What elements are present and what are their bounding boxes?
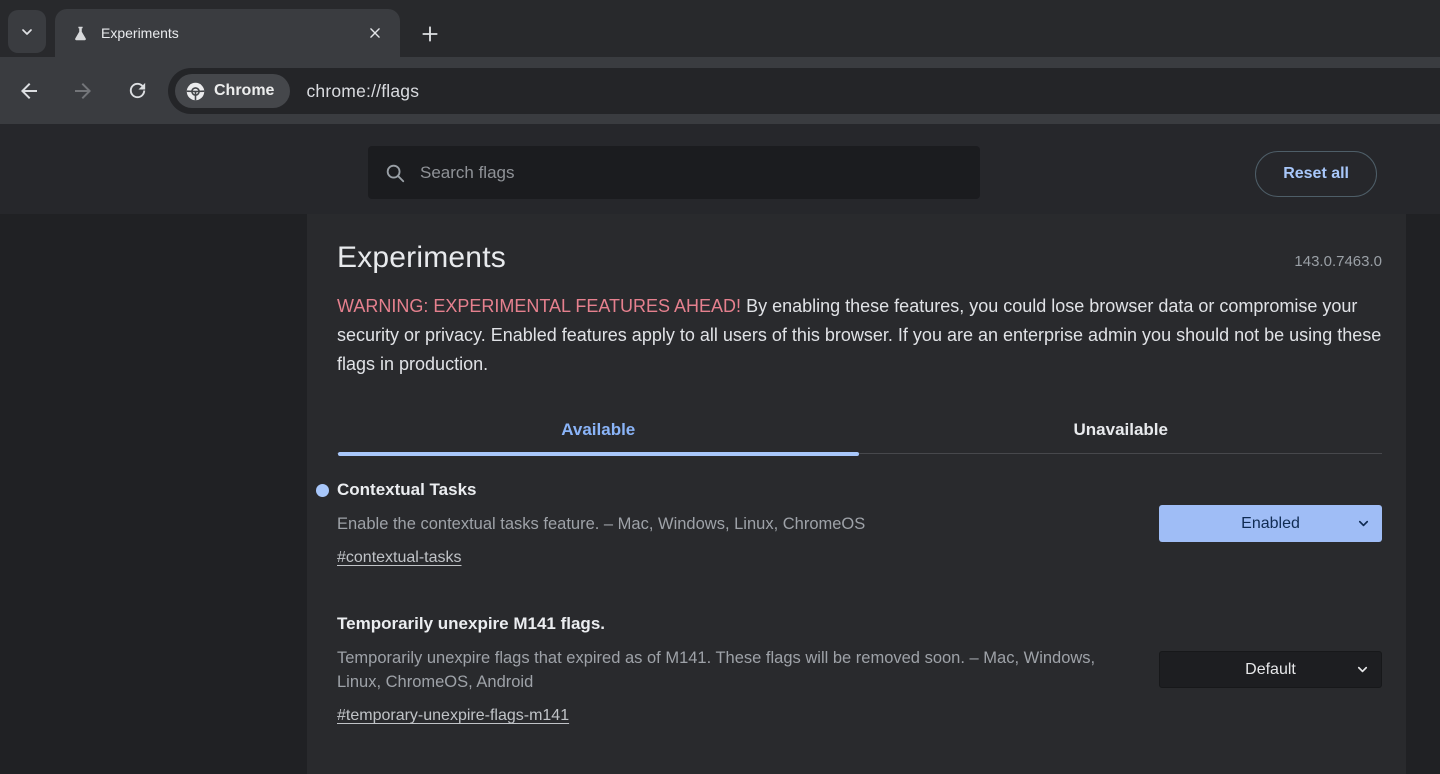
flag-row-temporary-unexpire-m141: Temporarily unexpire M141 flags. Tempora… <box>337 614 1382 725</box>
tab-unavailable[interactable]: Unavailable <box>860 406 1383 453</box>
tab-unavailable-label: Unavailable <box>1073 419 1169 439</box>
modified-indicator-dot <box>316 484 329 497</box>
url-text[interactable]: chrome://flags <box>306 81 419 102</box>
tab-available[interactable]: Available <box>337 406 860 456</box>
flag-permalink[interactable]: #contextual-tasks <box>337 549 462 567</box>
flag-select-temporary-unexpire-m141[interactable]: Default <box>1159 651 1382 688</box>
version-label: 143.0.7463.0 <box>1294 253 1382 270</box>
reload-icon <box>129 82 145 99</box>
flags-panel: Experiments 143.0.7463.0 WARNING: EXPERI… <box>307 214 1406 774</box>
arrow-left-icon <box>21 82 37 99</box>
site-chip[interactable]: Chrome <box>175 74 291 108</box>
flag-select-contextual-tasks[interactable]: Enabled <box>1159 505 1382 542</box>
search-icon <box>386 164 405 182</box>
chrome-logo-icon <box>186 82 205 100</box>
browser-toolbar: Chrome chrome://flags <box>0 57 1440 124</box>
flag-select-value: Default <box>1245 660 1296 678</box>
page-content: Experiments 143.0.7463.0 WARNING: EXPERI… <box>0 214 1440 774</box>
back-button[interactable] <box>6 68 52 114</box>
flag-select-value: Enabled <box>1241 514 1300 532</box>
tab-strip: Experiments <box>0 0 1440 57</box>
warning-text: WARNING: EXPERIMENTAL FEATURES AHEAD! By… <box>337 292 1382 379</box>
flag-row-contextual-tasks: Contextual Tasks Enable the contextual t… <box>316 480 1382 567</box>
forward-button[interactable] <box>60 68 106 114</box>
reload-button[interactable] <box>114 68 160 114</box>
flask-icon <box>72 25 89 42</box>
reset-all-button[interactable]: Reset all <box>1255 151 1377 197</box>
search-box[interactable] <box>368 146 980 199</box>
tab-close-button[interactable] <box>362 20 388 46</box>
chevron-down-icon <box>1358 520 1369 527</box>
flags-page-header: Reset all <box>0 124 1440 214</box>
omnibox[interactable]: Chrome chrome://flags <box>168 68 1440 114</box>
tab-title: Experiments <box>101 25 179 41</box>
tab-available-label: Available <box>561 419 636 439</box>
browser-tab-experiments[interactable]: Experiments <box>55 9 400 57</box>
flag-title: Temporarily unexpire M141 flags. <box>337 614 605 633</box>
warning-highlight: WARNING: EXPERIMENTAL FEATURES AHEAD! <box>337 296 742 316</box>
flag-description: Enable the contextual tasks feature. – M… <box>337 515 866 533</box>
tab-search-button[interactable] <box>8 10 46 53</box>
search-input[interactable] <box>420 162 964 183</box>
site-chip-label: Chrome <box>214 82 275 99</box>
title-row: Experiments 143.0.7463.0 <box>337 241 1382 275</box>
chevron-down-icon <box>1357 666 1368 673</box>
flag-tabs: Available Unavailable <box>337 406 1383 456</box>
chevron-down-icon <box>22 28 32 35</box>
flag-text: Contextual Tasks Enable the contextual t… <box>316 480 1159 567</box>
flag-description: Temporarily unexpire flags that expired … <box>337 649 1096 691</box>
arrow-right-icon <box>75 82 91 99</box>
flag-title: Contextual Tasks <box>337 480 477 499</box>
flag-text: Temporarily unexpire M141 flags. Tempora… <box>337 614 1159 725</box>
browser-window: Experiments Chrome chrome://flags Search… <box>0 0 1440 774</box>
plus-icon <box>422 26 438 42</box>
new-tab-button[interactable] <box>412 16 448 52</box>
page-title: Experiments <box>337 241 506 274</box>
flag-permalink[interactable]: #temporary-unexpire-flags-m141 <box>337 707 569 725</box>
close-icon <box>370 28 380 38</box>
